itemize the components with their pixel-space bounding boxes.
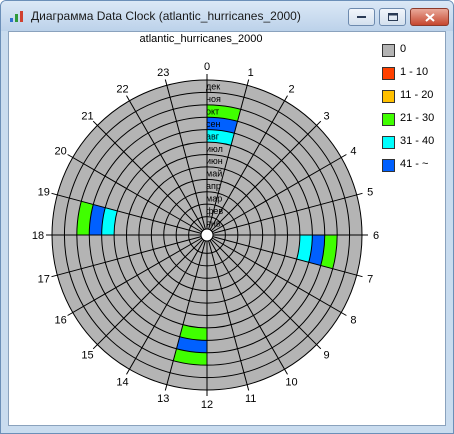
close-button[interactable] [410,8,449,26]
hour-label: 18 [32,230,44,242]
month-label: янв [206,218,221,228]
close-icon [424,12,435,22]
legend-label: 11 - 20 [400,89,434,101]
chart-title: atlantic_hurricanes_2000 [140,33,263,45]
month-label: фев [206,206,223,216]
hour-label: 7 [367,274,373,286]
legend-label: 0 [400,43,407,55]
month-label: ноя [206,94,221,104]
maximize-icon [387,13,398,21]
legend-swatch [382,113,395,126]
hour-label: 4 [350,146,356,158]
legend-swatch [382,90,395,103]
hour-label: 14 [116,376,128,388]
month-label: мар [206,194,222,204]
hour-label: 22 [116,84,128,96]
hour-label: 5 [367,186,373,198]
hour-label: 13 [157,393,169,405]
month-label: май [206,169,222,179]
hour-label: 2 [288,84,294,96]
hour-label: 3 [323,111,329,123]
hour-label: 23 [157,67,169,79]
hour-label: 21 [81,111,93,123]
hour-label: 19 [38,186,50,198]
legend-label: 31 - 40 [400,135,435,147]
minimize-icon [357,16,366,18]
legend-item: 31 - 40 [382,134,444,157]
hour-label: 9 [323,350,329,362]
hour-label: 17 [38,274,50,286]
hour-label: 15 [81,350,93,362]
month-label: июн [206,156,223,166]
hour-label: 6 [373,230,379,242]
legend-item: 11 - 20 [382,88,444,111]
hour-label: 16 [54,315,66,327]
hour-label: 10 [285,376,297,388]
hour-label: 8 [350,315,356,327]
legend-swatch [382,67,395,80]
legend-swatch [382,136,395,149]
minimize-button[interactable] [348,8,375,26]
month-label: июл [206,144,223,154]
legend-label: 41 - ~ [400,158,429,170]
maximize-button[interactable] [379,8,406,26]
hour-label: 20 [54,146,66,158]
legend-label: 21 - 30 [400,112,435,124]
month-label: апр [206,181,221,191]
legend-item: 0 [382,42,444,65]
hour-label: 1 [248,67,254,79]
hour-label: 0 [204,61,210,73]
month-label: сен [206,119,221,129]
legend-swatch [382,44,395,57]
month-label: окт [206,107,219,117]
app-window: Диаграмма Data Clock (atlantic_hurricane… [0,0,454,434]
legend-item: 21 - 30 [382,111,444,134]
title-bar[interactable]: Диаграмма Data Clock (atlantic_hurricane… [1,1,453,31]
hour-label: 11 [245,393,256,405]
legend-item: 41 - ~ [382,157,444,180]
data-clock-chart: atlantic_hurricanes_2000 дек ноя окт сен авг… [32,33,379,411]
month-label: дек [206,82,220,92]
window-title: Диаграмма Data Clock (atlantic_hurricane… [31,9,301,23]
legend-swatch [382,159,395,172]
legend-label: 1 - 10 [400,66,429,78]
chart-app-icon [10,11,23,22]
chart-area: atlantic_hurricanes_2000 дек ноя окт сен авг… [8,31,446,426]
legend-item: 1 - 10 [382,65,444,88]
month-label: авг [206,131,220,141]
legend: 0 1 - 10 11 - 20 21 - 30 31 - 40 41 - ~ [382,42,444,180]
hour-label: 12 [201,399,213,411]
